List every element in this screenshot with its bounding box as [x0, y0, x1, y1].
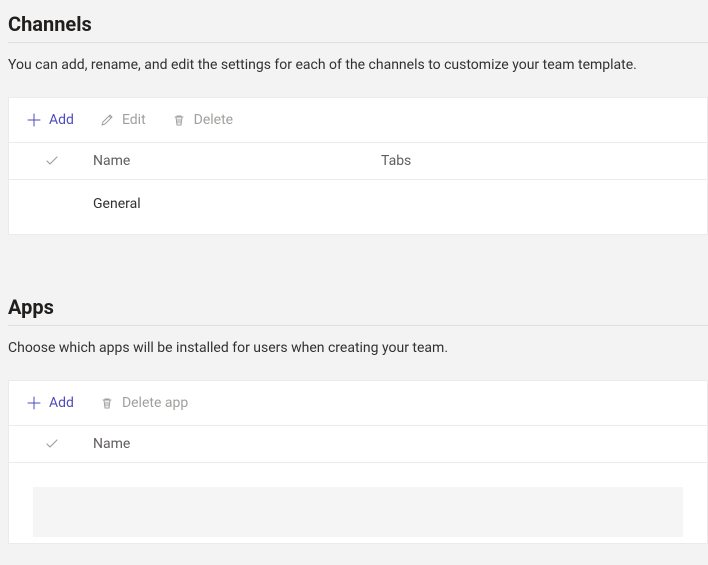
channels-toolbar: Add Edit Delete [9, 98, 707, 143]
checkmark-icon [45, 154, 59, 168]
add-channel-label: Add [49, 112, 74, 128]
channels-column-tabs[interactable]: Tabs [381, 153, 693, 169]
add-channel-button[interactable]: Add [23, 110, 78, 130]
apps-column-name[interactable]: Name [81, 436, 381, 452]
apps-table-header: Name [9, 426, 707, 463]
apps-empty-placeholder [33, 487, 683, 537]
table-row[interactable]: General [9, 180, 707, 235]
channels-table-header: Name Tabs [9, 143, 707, 180]
select-all-apps[interactable] [23, 437, 81, 451]
apps-heading: Apps [8, 287, 708, 326]
edit-channel-label: Edit [122, 112, 146, 128]
plus-icon [27, 396, 41, 410]
add-app-label: Add [49, 395, 74, 411]
channel-name-cell: General [81, 196, 381, 212]
apps-panel: Add Delete app Name [8, 380, 708, 544]
apps-section: Apps Choose which apps will be installed… [8, 287, 708, 544]
channels-description: You can add, rename, and edit the settin… [8, 43, 708, 97]
delete-channel-button[interactable]: Delete [168, 110, 237, 130]
add-app-button[interactable]: Add [23, 393, 78, 413]
channels-section: Channels You can add, rename, and edit t… [8, 4, 708, 235]
apps-table-body [9, 463, 707, 544]
checkmark-icon [45, 437, 59, 451]
delete-app-label: Delete app [122, 395, 188, 411]
channels-heading: Channels [8, 4, 708, 43]
delete-channel-label: Delete [194, 112, 233, 128]
trash-icon [172, 113, 186, 127]
trash-icon [100, 396, 114, 410]
edit-channel-button[interactable]: Edit [96, 110, 150, 130]
pencil-icon [100, 113, 114, 127]
select-all-channels[interactable] [23, 154, 81, 168]
channels-column-name[interactable]: Name [81, 153, 381, 169]
delete-app-button[interactable]: Delete app [96, 393, 192, 413]
channels-panel: Add Edit Delete [8, 97, 708, 235]
apps-description: Choose which apps will be installed for … [8, 326, 708, 380]
plus-icon [27, 113, 41, 127]
apps-toolbar: Add Delete app [9, 381, 707, 426]
